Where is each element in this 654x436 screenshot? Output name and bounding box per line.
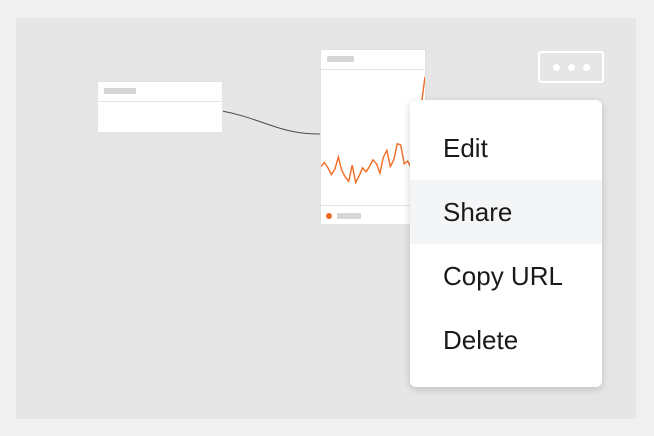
source-node-header bbox=[98, 82, 222, 102]
more-dot-1 bbox=[552, 63, 560, 71]
source-node-title-placeholder bbox=[104, 88, 136, 94]
legend-series-dot bbox=[326, 213, 332, 219]
context-menu: Edit Share Copy URL Delete bbox=[410, 100, 602, 387]
more-dot-3 bbox=[582, 63, 590, 71]
chart-node-header bbox=[321, 50, 425, 70]
menu-item-delete[interactable]: Delete bbox=[410, 308, 602, 372]
menu-item-edit[interactable]: Edit bbox=[410, 116, 602, 180]
source-node-card[interactable] bbox=[97, 81, 223, 133]
chart-node-title-placeholder bbox=[327, 56, 354, 62]
menu-item-copy-url[interactable]: Copy URL bbox=[410, 244, 602, 308]
menu-item-share[interactable]: Share bbox=[410, 180, 602, 244]
legend-series-label-placeholder bbox=[337, 213, 361, 219]
more-dot-2 bbox=[567, 63, 575, 71]
more-options-button[interactable] bbox=[538, 51, 604, 83]
